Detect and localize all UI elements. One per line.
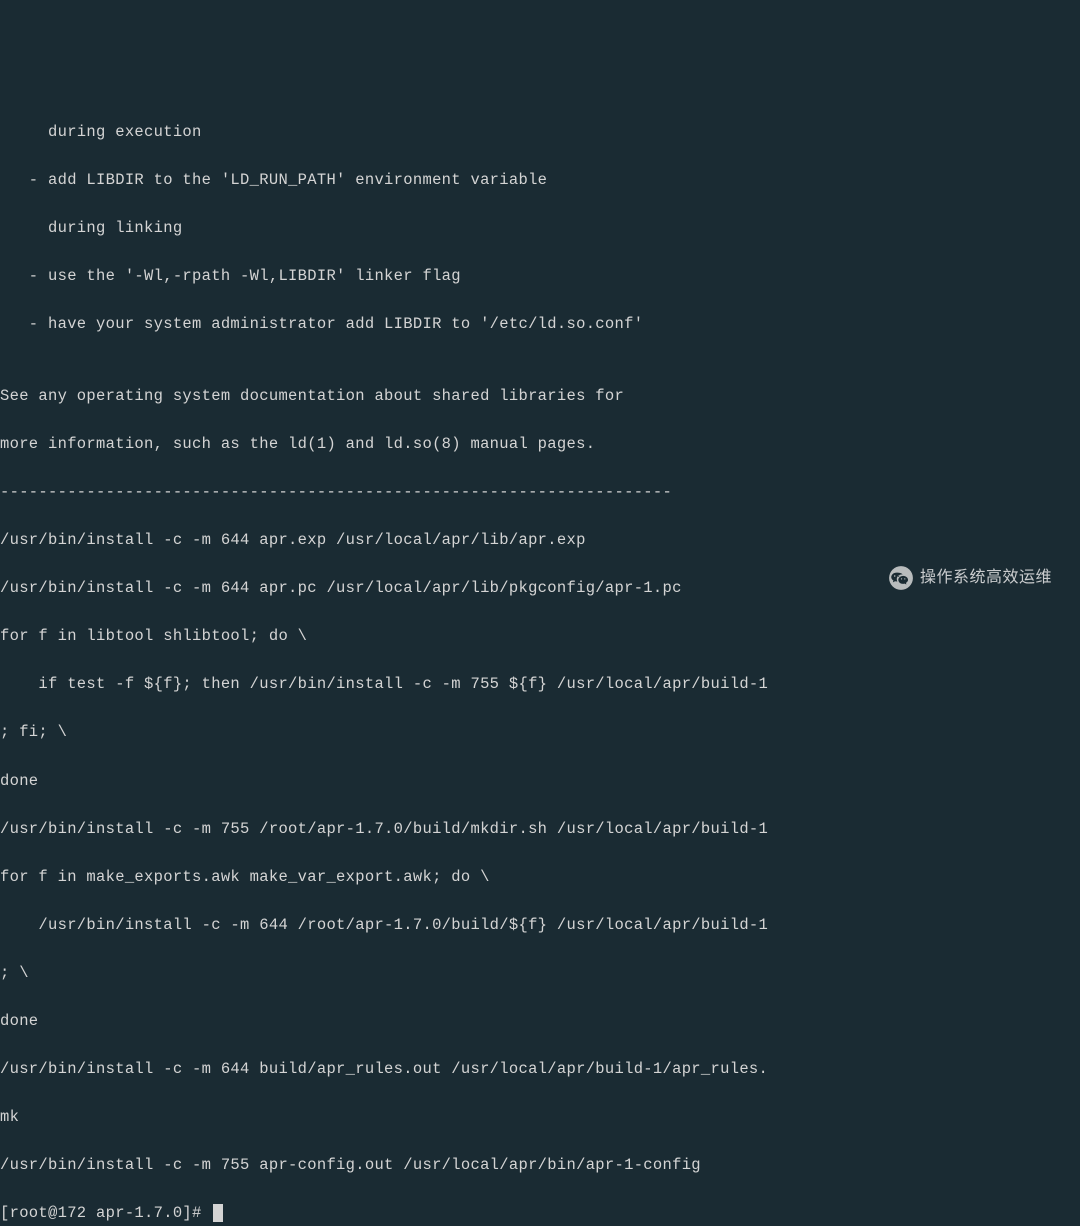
output-line: more information, such as the ld(1) and …	[0, 432, 1080, 456]
terminal-output: during execution - add LIBDIR to the 'LD…	[0, 96, 1080, 1226]
output-line: for f in make_exports.awk make_var_expor…	[0, 865, 1080, 889]
output-line: See any operating system documentation a…	[0, 384, 1080, 408]
output-line: done	[0, 1009, 1080, 1033]
output-line: - use the '-Wl,-rpath -Wl,LIBDIR' linker…	[0, 264, 1080, 288]
output-line: - add LIBDIR to the 'LD_RUN_PATH' enviro…	[0, 168, 1080, 192]
output-line: /usr/bin/install -c -m 644 build/apr_rul…	[0, 1057, 1080, 1081]
prompt-line[interactable]: [root@172 apr-1.7.0]#	[0, 1201, 1080, 1225]
output-line: for f in libtool shlibtool; do \	[0, 624, 1080, 648]
output-line: - have your system administrator add LIB…	[0, 312, 1080, 336]
output-line: if test -f ${f}; then /usr/bin/install -…	[0, 672, 1080, 696]
output-line: done	[0, 769, 1080, 793]
cursor	[213, 1204, 223, 1222]
output-line: /usr/bin/install -c -m 755 /root/apr-1.7…	[0, 817, 1080, 841]
output-line: /usr/bin/install -c -m 755 apr-config.ou…	[0, 1153, 1080, 1177]
output-line: during linking	[0, 216, 1080, 240]
output-line: ; \	[0, 961, 1080, 985]
output-line: /usr/bin/install -c -m 644 apr.exp /usr/…	[0, 528, 1080, 552]
shell-prompt: [root@172 apr-1.7.0]#	[0, 1204, 211, 1222]
output-line: ; fi; \	[0, 720, 1080, 744]
output-line: ----------------------------------------…	[0, 480, 1080, 504]
output-line: mk	[0, 1105, 1080, 1129]
output-line: during execution	[0, 120, 1080, 144]
output-line: /usr/bin/install -c -m 644 apr.pc /usr/l…	[0, 576, 1080, 600]
output-line: /usr/bin/install -c -m 644 /root/apr-1.7…	[0, 913, 1080, 937]
